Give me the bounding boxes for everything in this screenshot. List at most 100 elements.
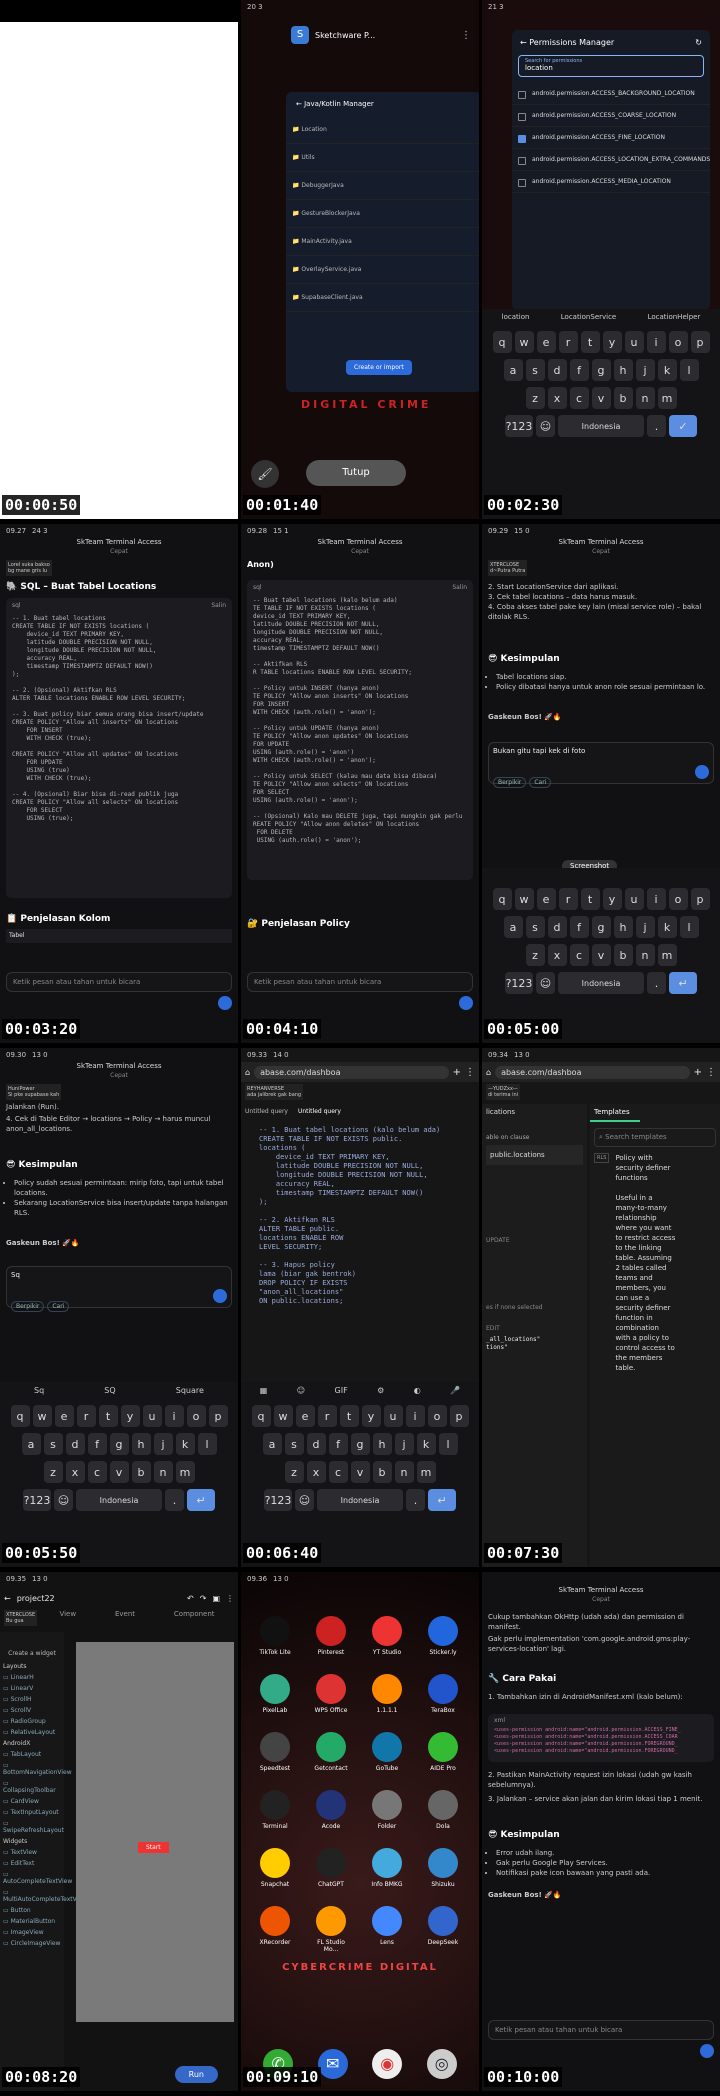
key-x[interactable]: x <box>306 1461 326 1483</box>
key-g[interactable]: g <box>591 359 611 381</box>
key-s[interactable]: s <box>284 1433 304 1455</box>
undo-icon[interactable]: ↶ <box>187 1594 194 1603</box>
suggestion[interactable]: location <box>502 313 530 321</box>
key-a[interactable]: a <box>262 1433 282 1455</box>
key-k[interactable]: k <box>657 916 677 938</box>
palette-item[interactable]: ▭ ScrollV <box>0 1705 64 1716</box>
gif-icon[interactable]: GIF <box>335 1386 348 1395</box>
key-i[interactable]: i <box>646 331 666 353</box>
create-widget-button[interactable]: Create a widget <box>0 1632 64 1661</box>
palette-item[interactable]: ▭ MaterialButton <box>0 1916 64 1927</box>
space-key[interactable]: Indonesia <box>558 415 644 437</box>
palette-item[interactable]: ▭ CardView <box>0 1796 64 1807</box>
permission-checkbox[interactable] <box>518 113 526 121</box>
file-item[interactable]: 📁 SupabaseClient.java <box>286 284 479 312</box>
suggestion[interactable]: LocationHelper <box>648 313 701 321</box>
key-d[interactable]: d <box>306 1433 326 1455</box>
app-yt-studio[interactable]: YT Studio <box>367 1616 407 1656</box>
symbols-key[interactable]: ?123 <box>505 972 533 994</box>
key-t[interactable]: t <box>98 1405 118 1427</box>
tab-component[interactable]: Component <box>174 1610 215 1618</box>
key-k[interactable]: k <box>657 359 677 381</box>
close-button[interactable]: Tutup <box>306 460 406 486</box>
key-m[interactable]: m <box>657 387 677 409</box>
file-item[interactable]: 📁 DebuggerJava <box>286 172 479 200</box>
key-o[interactable]: o <box>186 1405 206 1427</box>
emoji-key[interactable]: ☺ <box>54 1489 73 1511</box>
symbols-key[interactable]: ?123 <box>23 1489 51 1511</box>
emoji-key[interactable]: ☺ <box>536 972 555 994</box>
more-icon[interactable]: ⋮ <box>226 1594 234 1603</box>
key-s[interactable]: s <box>43 1433 63 1455</box>
message-composer[interactable]: Sq Berpikir Cari <box>6 1266 232 1312</box>
save-icon[interactable]: ▣ <box>212 1594 220 1603</box>
run-button[interactable]: Run <box>174 2066 218 2083</box>
chrome-icon[interactable]: ◉ <box>372 2049 403 2079</box>
send-button[interactable] <box>700 2044 714 2058</box>
key-n[interactable]: n <box>394 1461 414 1483</box>
home-icon[interactable]: ⌂ <box>245 1068 250 1077</box>
permission-item[interactable]: android.permission.ACCESS_FINE_LOCATION <box>512 127 710 149</box>
key-i[interactable]: i <box>405 1405 425 1427</box>
palette-icon[interactable]: ◐ <box>414 1386 421 1395</box>
key-y[interactable]: y <box>602 331 622 353</box>
key-g[interactable]: g <box>350 1433 370 1455</box>
key-v[interactable]: v <box>591 944 611 966</box>
send-button[interactable] <box>459 996 473 1010</box>
mic-icon[interactable]: 🎤 <box>450 1386 460 1395</box>
sticker-icon[interactable]: ☺ <box>297 1386 305 1395</box>
key-v[interactable]: v <box>109 1461 129 1483</box>
app-getcontact[interactable]: Getcontact <box>311 1732 351 1772</box>
suggestion[interactable]: Square <box>176 1386 204 1395</box>
key-g[interactable]: g <box>109 1433 129 1455</box>
palette-item[interactable]: ▭ TextInputLayout <box>0 1807 64 1818</box>
space-key[interactable]: Indonesia <box>558 972 644 994</box>
palette-item[interactable]: ▭ TabLayout <box>0 1749 64 1760</box>
key-t[interactable]: t <box>580 331 600 353</box>
permission-checkbox[interactable] <box>518 179 526 187</box>
key-n[interactable]: n <box>635 944 655 966</box>
grid-icon[interactable]: ▦ <box>260 1386 268 1395</box>
emoji-key[interactable]: ☺ <box>536 415 555 437</box>
key-f[interactable]: f <box>569 916 589 938</box>
key-u[interactable]: u <box>624 331 644 353</box>
redo-icon[interactable]: ↷ <box>200 1594 207 1603</box>
key-l[interactable]: l <box>438 1433 458 1455</box>
send-button[interactable] <box>695 765 709 779</box>
app-chatgpt[interactable]: ChatGPT <box>311 1848 351 1888</box>
template-search[interactable]: ⌕ Search templates <box>594 1128 716 1147</box>
key-c[interactable]: c <box>569 387 589 409</box>
key-q[interactable]: q <box>492 331 512 353</box>
key-y[interactable]: y <box>361 1405 381 1427</box>
app-info-bmkg[interactable]: Info BMKG <box>367 1848 407 1888</box>
key-d[interactable]: d <box>547 359 567 381</box>
palette-item[interactable]: ▭ TextView <box>0 1847 64 1858</box>
key-u[interactable]: u <box>142 1405 162 1427</box>
key-z[interactable]: z <box>525 387 545 409</box>
app-snapchat[interactable]: Snapchat <box>255 1848 295 1888</box>
app-terabox[interactable]: TeraBox <box>423 1674 463 1714</box>
key-l[interactable]: l <box>679 916 699 938</box>
message-input[interactable]: Ketik pesan atau tahan untuk bicara <box>247 972 473 992</box>
app-lens[interactable]: Lens <box>367 1906 407 1946</box>
back-arrow-icon[interactable]: ← <box>520 38 527 47</box>
key-l[interactable]: l <box>679 359 699 381</box>
palette-item[interactable]: ▭ RadioGroup <box>0 1716 64 1727</box>
brush-icon[interactable]: 🖌 <box>251 460 279 488</box>
gear-icon[interactable]: ⚙ <box>377 1386 384 1395</box>
search-chip[interactable]: Cari <box>47 1301 70 1312</box>
key-b[interactable]: b <box>372 1461 392 1483</box>
file-item[interactable]: 📁 MainActivity.java <box>286 228 479 256</box>
permission-checkbox[interactable] <box>518 135 526 143</box>
key-a[interactable]: a <box>21 1433 41 1455</box>
file-item[interactable]: 📁 OverlayService.java <box>286 256 479 284</box>
palette-item[interactable]: ▭ AutoCompleteTextView <box>0 1869 72 1887</box>
key-f[interactable]: f <box>569 359 589 381</box>
sql-editor[interactable]: -- 1. Buat tabel locations (kalo belum a… <box>259 1126 475 1306</box>
key-c[interactable]: c <box>87 1461 107 1483</box>
app-gotube[interactable]: GoTube <box>367 1732 407 1772</box>
key-a[interactable]: a <box>503 916 523 938</box>
key-y[interactable]: y <box>602 888 622 910</box>
key-v[interactable]: v <box>350 1461 370 1483</box>
key-o[interactable]: o <box>427 1405 447 1427</box>
